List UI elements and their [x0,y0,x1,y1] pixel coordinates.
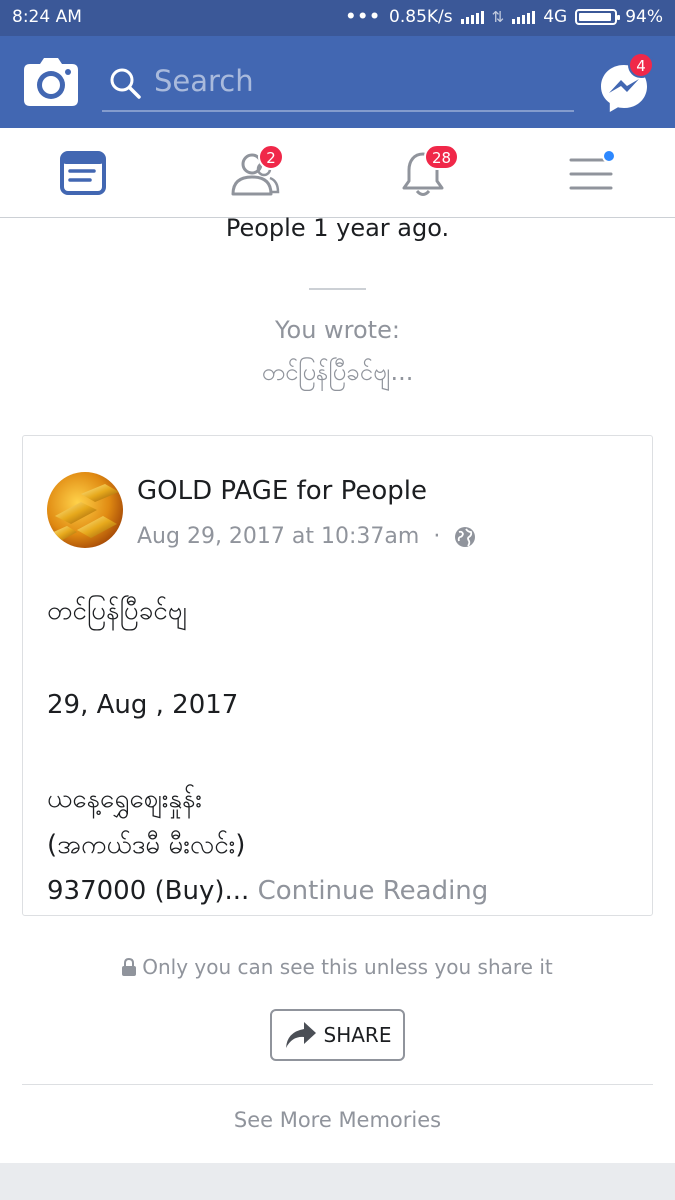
search-input[interactable]: Search [154,64,254,98]
you-wrote-snippet: တင်ပြန်ပြီခင်ဗျ... [261,358,414,386]
page-avatar[interactable] [47,472,123,548]
post-line: 937000 (Buy)... [47,876,250,906]
tab-notifications[interactable]: 28 [340,128,508,218]
app-bar: Search 4 [0,36,675,128]
post-body: တင်ပြန်ပြီခင်ဗျ 29, Aug , 2017 ယနေ့ရွှေဈ… [47,588,637,914]
search-icon [110,68,141,99]
share-icon [285,1022,316,1048]
post-meta: Aug 29, 2017 at 10:37am · [137,524,476,549]
lock-icon [122,957,137,976]
divider [22,1084,653,1085]
memory-previous-line: People 1 year ago. [225,214,450,242]
camera-icon [24,58,78,106]
notifications-badge: 28 [424,144,460,170]
globe-icon [455,526,476,547]
share-button[interactable]: SHARE [270,1009,405,1061]
page-name[interactable]: GOLD PAGE for People [137,476,427,506]
battery-fill [579,13,612,21]
tab-friend-requests[interactable]: 2 [170,128,338,218]
tab-news-feed[interactable] [0,128,168,218]
news-feed-icon [60,151,106,195]
see-more-memories-link[interactable]: See More Memories [0,1108,675,1132]
status-time: 8:24 AM [12,7,82,27]
search-bar[interactable]: Search [102,54,574,112]
network-speed: 0.85K/s [389,7,453,27]
status-indicators: ••• 0.85K/s ⇅ 4G 94% [345,7,663,27]
footer-band [0,1163,675,1200]
battery-icon [575,9,621,25]
tab-bar: 2 28 [0,128,675,218]
meta-separator: · [433,524,441,549]
messenger-badge: 4 [628,52,654,78]
post-line: တင်ပြန်ပြီခင်ဗျ [47,596,187,626]
camera-button[interactable] [22,56,80,108]
status-bar: 8:24 AM ••• 0.85K/s ⇅ 4G 94% [0,0,675,36]
share-label: SHARE [323,1023,392,1047]
you-wrote-label: You wrote: [275,316,400,344]
signal-icon [460,10,484,24]
post-line: ယနေ့ရွှေဈေးနှုန်း [47,784,202,814]
continue-reading-link[interactable]: Continue Reading [258,876,489,906]
friend-requests-badge: 2 [258,144,284,170]
gold-bars-image [47,472,123,548]
data-transfer-icon: ⇅ [491,8,505,26]
privacy-note: Only you can see this unless you share i… [0,955,675,979]
post-line: 29, Aug , 2017 [47,690,239,720]
signal-icon-2 [512,10,536,24]
messenger-button[interactable]: 4 [596,52,656,116]
menu-icon [569,150,616,190]
network-type: 4G [543,7,568,27]
post-card[interactable]: GOLD PAGE for People Aug 29, 2017 at 10:… [22,435,653,916]
post-last-line: 937000 (Buy)... Continue Reading [47,868,637,914]
post-line: (အကယ်ဒမီ မီးလင်း) [47,830,246,860]
more-indicator: ••• [345,7,382,27]
divider [309,288,366,290]
battery-percent: 94% [625,7,663,27]
privacy-text: Only you can see this unless you share i… [142,955,553,979]
tab-menu[interactable] [507,128,675,218]
post-timestamp[interactable]: Aug 29, 2017 at 10:37am [137,524,419,549]
